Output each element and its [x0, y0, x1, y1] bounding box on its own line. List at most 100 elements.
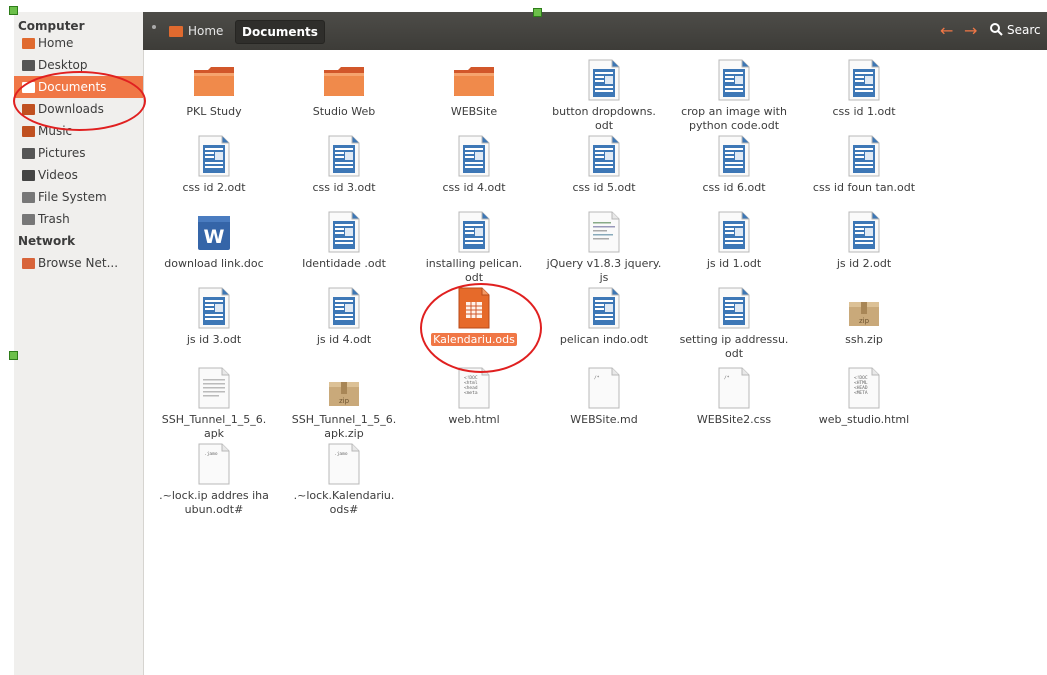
sidebar-item-label: Home [38, 36, 74, 50]
search-icon[interactable] [990, 23, 1003, 36]
breadcrumb-left-arrow-icon[interactable] [152, 25, 156, 29]
file-name: installing pelican. odt [425, 257, 523, 284]
document-icon [714, 134, 754, 178]
file-item[interactable]: /* WEBSite2.css [669, 366, 799, 427]
file-label: css id foun tan.odt [799, 181, 929, 195]
file-label: js id 2.odt [799, 257, 929, 271]
sidebar-item-label: Desktop [38, 58, 88, 72]
file-name: js id 1.odt [706, 257, 762, 270]
back-arrow-icon[interactable]: ← [940, 21, 953, 40]
file-item[interactable]: jQuery v1.8.3 jquery. js [539, 210, 669, 285]
file-item[interactable]: Studio Web [279, 58, 409, 119]
sidebar-item-label: Pictures [38, 146, 86, 160]
file-label: css id 2.odt [149, 181, 279, 195]
archive-icon: zip [844, 286, 884, 330]
file-name: .~lock.ip addres iha ubun.odt# [159, 489, 269, 516]
file-item[interactable]: js id 2.odt [799, 210, 929, 271]
breadcrumb-current[interactable]: Documents [235, 20, 325, 44]
svg-text:/*: /* [724, 375, 730, 381]
file-item[interactable]: WEBSite [409, 58, 539, 119]
selection-handle[interactable] [9, 6, 18, 15]
file-name: web_studio.html [818, 413, 910, 426]
file-item[interactable]: js id 4.odt [279, 286, 409, 347]
file-item[interactable]: css id 3.odt [279, 134, 409, 195]
file-name: .~lock.Kalendariu. ods# [293, 489, 395, 516]
file-item[interactable]: css id 2.odt [149, 134, 279, 195]
file-label: jQuery v1.8.3 jquery. js [539, 257, 669, 285]
network-icon [22, 257, 35, 269]
file-label: PKL Study [149, 105, 279, 119]
file-item[interactable]: js id 3.odt [149, 286, 279, 347]
selection-handle[interactable] [533, 8, 542, 17]
document-icon: .jamo [194, 442, 234, 486]
document-icon [584, 134, 624, 178]
svg-text:<meta: <meta [464, 390, 478, 396]
file-item[interactable]: PKL Study [149, 58, 279, 119]
file-item[interactable]: css id foun tan.odt [799, 134, 929, 195]
file-item[interactable]: pelican indo.odt [539, 286, 669, 347]
annotation-circle-documents [13, 71, 146, 131]
file-item[interactable]: installing pelican. odt [409, 210, 539, 285]
file-label: WEBSite2.css [669, 413, 799, 427]
document-icon [324, 286, 364, 330]
search-label[interactable]: Searc [1007, 23, 1041, 37]
trash-icon [22, 213, 35, 225]
sidebar-item-trash[interactable]: Trash [14, 208, 143, 230]
sidebar-item-file-system[interactable]: File System [14, 186, 143, 208]
file-label: .~lock.Kalendariu. ods# [279, 489, 409, 517]
file-item[interactable]: zip ssh.zip [799, 286, 929, 347]
pictures-icon [22, 147, 35, 159]
folder-icon [452, 58, 496, 102]
file-item[interactable]: css id 6.odt [669, 134, 799, 195]
file-item[interactable]: Wdownload link.doc [149, 210, 279, 271]
document-icon [714, 58, 754, 102]
file-label: pelican indo.odt [539, 333, 669, 347]
file-item[interactable]: css id 4.odt [409, 134, 539, 195]
file-name: css id 2.odt [182, 181, 246, 194]
file-item[interactable]: crop an image with python code.odt [669, 58, 799, 133]
file-item[interactable]: button dropdowns. odt [539, 58, 669, 133]
file-item[interactable]: <!DOC <html <head <meta web.html [409, 366, 539, 427]
file-name: Identidade .odt [302, 257, 386, 270]
file-label: js id 1.odt [669, 257, 799, 271]
document-icon [324, 210, 364, 254]
sidebar-item-videos[interactable]: Videos [14, 164, 143, 186]
document-icon [584, 286, 624, 330]
file-item[interactable]: js id 1.odt [669, 210, 799, 271]
file-name: setting ip addressu. odt [679, 333, 789, 360]
svg-text:.jamo: .jamo [334, 451, 348, 457]
file-item[interactable]: zip SSH_Tunnel_1_5_6. apk.zip [279, 366, 409, 441]
file-item[interactable]: css id 1.odt [799, 58, 929, 119]
sidebar-item-home[interactable]: Home [14, 32, 143, 54]
sidebar-item-pictures[interactable]: Pictures [14, 142, 143, 164]
file-label: css id 5.odt [539, 181, 669, 195]
file-name: css id 4.odt [442, 181, 506, 194]
file-item[interactable]: /* WEBSite.md [539, 366, 669, 427]
file-item[interactable]: .jamo .~lock.ip addres iha ubun.odt# [149, 442, 279, 517]
file-name: SSH_Tunnel_1_5_6. apk [161, 413, 267, 440]
file-item[interactable]: css id 5.odt [539, 134, 669, 195]
document-icon [454, 134, 494, 178]
document-icon [844, 134, 884, 178]
forward-arrow-icon[interactable]: → [964, 21, 977, 40]
document-icon [584, 58, 624, 102]
videos-icon [22, 169, 35, 181]
file-item[interactable]: Identidade .odt [279, 210, 409, 271]
text-file-icon: /* [714, 366, 754, 410]
file-name: js id 4.odt [316, 333, 372, 346]
file-item[interactable]: <!DOC <HTML <HEAD <META web_studio.html [799, 366, 929, 427]
sidebar-item-label: Browse Net... [38, 256, 119, 270]
text-file-icon: /* [584, 366, 624, 410]
file-name: css id foun tan.odt [812, 181, 916, 194]
selection-handle[interactable] [9, 351, 18, 360]
file-name: button dropdowns. odt [552, 105, 656, 132]
toolbar: Home Documents ← → Searc [143, 12, 1047, 50]
breadcrumb-home[interactable]: Home [169, 20, 223, 42]
svg-text:zip: zip [859, 317, 870, 325]
sidebar-item-label: Trash [38, 212, 70, 226]
sidebar-item-browse-network[interactable]: Browse Net... [14, 252, 143, 274]
svg-text:W: W [204, 226, 225, 248]
file-item[interactable]: .jamo .~lock.Kalendariu. ods# [279, 442, 409, 517]
file-item[interactable]: SSH_Tunnel_1_5_6. apk [149, 366, 279, 441]
file-item[interactable]: setting ip addressu. odt [669, 286, 799, 361]
